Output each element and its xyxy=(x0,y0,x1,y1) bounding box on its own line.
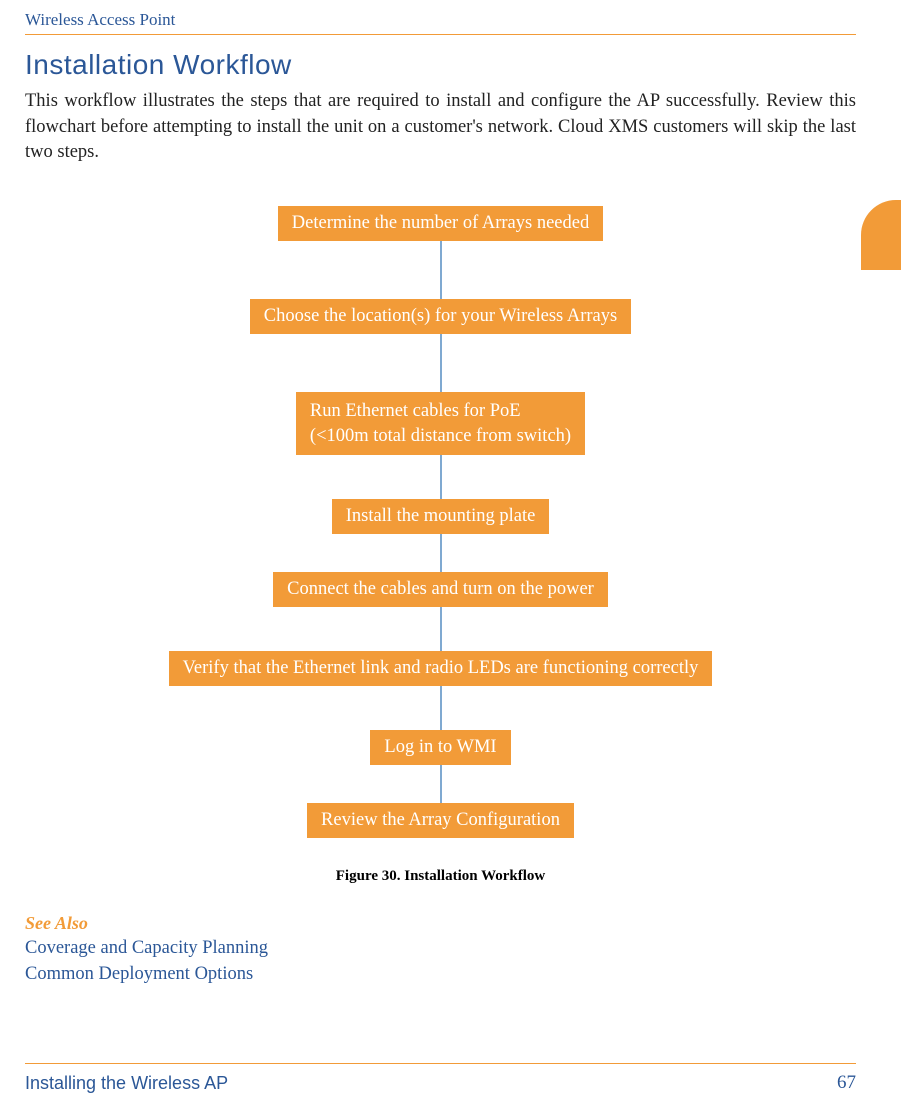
connector xyxy=(440,455,442,499)
flow-step-7: Log in to WMI xyxy=(370,730,510,765)
see-also-link-2[interactable]: Common Deployment Options xyxy=(25,962,856,988)
side-tab-marker xyxy=(861,200,901,270)
figure-caption: Figure 30. Installation Workflow xyxy=(25,868,856,885)
see-also-link-1[interactable]: Coverage and Capacity Planning xyxy=(25,936,856,962)
connector xyxy=(440,241,442,299)
flow-step-3: Run Ethernet cables for PoE (<100m total… xyxy=(296,392,585,456)
header-link[interactable]: Wireless Access Point xyxy=(25,10,856,35)
flow-step-5: Connect the cables and turn on the power xyxy=(273,572,608,607)
flow-step-3-line1: Run Ethernet cables for PoE xyxy=(310,399,571,424)
connector xyxy=(440,686,442,730)
flow-step-4: Install the mounting plate xyxy=(332,499,550,534)
page-number: 67 xyxy=(837,1072,856,1094)
connector xyxy=(440,765,442,803)
connector xyxy=(440,334,442,392)
intro-paragraph: This workflow illustrates the steps that… xyxy=(25,89,856,166)
flow-step-8: Review the Array Configuration xyxy=(307,803,574,838)
flow-step-1: Determine the number of Arrays needed xyxy=(278,206,603,241)
connector xyxy=(440,607,442,651)
flow-step-3-line2: (<100m total distance from switch) xyxy=(310,424,571,449)
flow-step-2: Choose the location(s) for your Wireless… xyxy=(250,299,631,334)
footer-section-name: Installing the Wireless AP xyxy=(25,1073,228,1094)
flowchart: Determine the number of Arrays needed Ch… xyxy=(25,206,856,839)
section-title: Installation Workflow xyxy=(25,49,856,81)
connector xyxy=(440,534,442,572)
flow-step-6: Verify that the Ethernet link and radio … xyxy=(169,651,713,686)
page-footer: Installing the Wireless AP 67 xyxy=(25,1063,856,1094)
see-also-heading: See Also xyxy=(25,913,856,934)
